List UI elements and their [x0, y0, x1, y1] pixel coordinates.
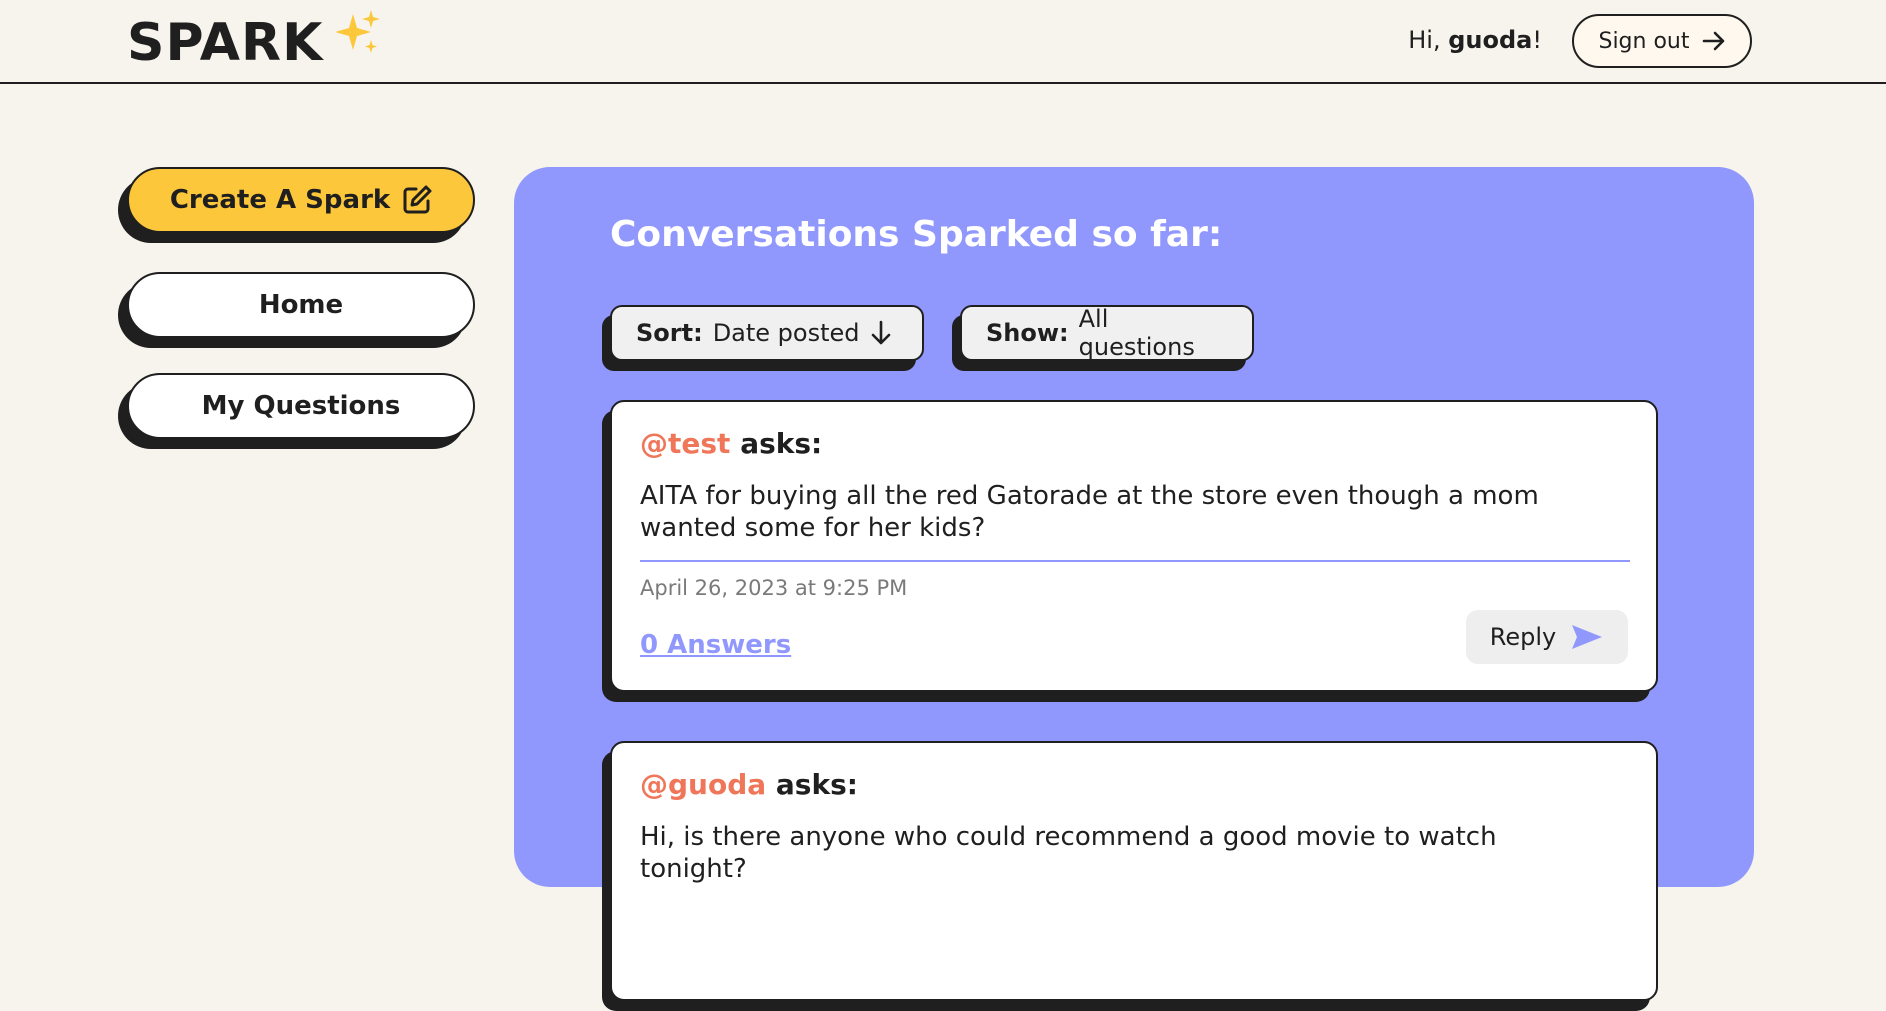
reply-label: Reply — [1489, 623, 1557, 651]
question-text: AITA for buying all the red Gatorade at … — [640, 481, 1539, 543]
arrow-right-icon — [1702, 31, 1724, 51]
sign-out-button[interactable]: Sign out — [1572, 14, 1752, 68]
greeting-username: guoda — [1448, 26, 1533, 54]
show-label: Show: — [986, 319, 1069, 347]
sidebar-item-label: Home — [258, 290, 344, 320]
spark-logo[interactable]: SPARK — [127, 8, 383, 75]
sparkles-icon — [331, 8, 383, 75]
arrow-down-icon — [871, 320, 890, 345]
create-spark-button[interactable]: Create A Spark — [118, 167, 475, 243]
sign-out-label: Sign out — [1598, 28, 1690, 54]
top-header: SPARK Hi, guoda! Sign out — [0, 0, 1886, 84]
send-icon — [1572, 625, 1603, 649]
answers-link[interactable]: 0 Answers — [640, 630, 791, 660]
show-filter-dropdown[interactable]: Show: All questions — [952, 305, 1254, 371]
logo-text: SPARK — [127, 13, 324, 73]
page-title: Conversations Sparked so far: — [610, 214, 1223, 255]
asker-username[interactable]: @test — [640, 427, 730, 460]
asker-username[interactable]: @guoda — [640, 768, 766, 801]
greeting: Hi, guoda! — [1408, 26, 1542, 54]
divider — [640, 560, 1630, 562]
sidebar-item-home[interactable]: Home — [118, 272, 475, 348]
reply-button[interactable]: Reply — [1466, 610, 1628, 664]
question-asker: @guoda asks: — [640, 768, 858, 801]
sidebar-item-label: My Questions — [201, 391, 401, 421]
question-text: Hi, is there anyone who could recommend … — [640, 822, 1497, 884]
edit-icon — [403, 185, 432, 214]
conversations-panel: Conversations Sparked so far: Sort: Date… — [514, 167, 1754, 1011]
question-card: @test asks: AITA for buying all the red … — [602, 400, 1658, 702]
question-asker: @test asks: — [640, 427, 823, 460]
question-card: @guoda asks: Hi, is there anyone who cou… — [602, 741, 1658, 1011]
sort-dropdown[interactable]: Sort: Date posted — [602, 305, 924, 371]
show-value: All questions — [1078, 305, 1195, 361]
question-date: April 26, 2023 at 9:25 PM — [640, 576, 908, 600]
create-spark-label: Create A Spark — [169, 185, 391, 215]
sort-label: Sort: — [636, 319, 703, 347]
sort-value: Date posted — [712, 319, 860, 347]
sidebar-item-my-questions[interactable]: My Questions — [118, 373, 475, 449]
